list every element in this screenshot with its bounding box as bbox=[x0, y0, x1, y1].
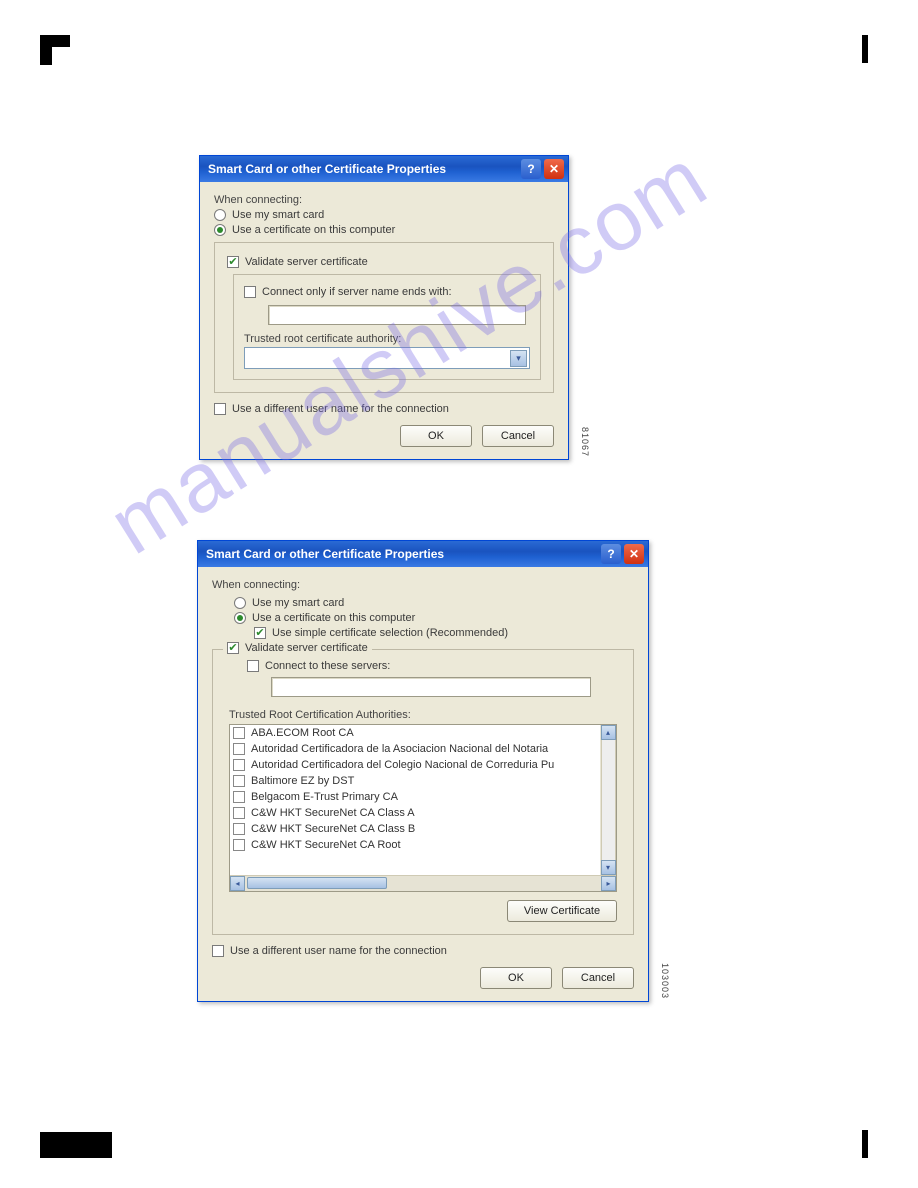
image-number-2: 103003 bbox=[660, 963, 670, 999]
server-name-input[interactable] bbox=[268, 305, 526, 325]
horizontal-scrollbar[interactable]: ◂ ▸ bbox=[230, 875, 616, 891]
scroll-left-icon[interactable]: ◂ bbox=[230, 876, 245, 891]
ca-item-label: C&W HKT SecureNet CA Class A bbox=[251, 807, 415, 819]
radio-use-certificate-label: Use a certificate on this computer bbox=[232, 224, 395, 236]
server-name-group: Connect only if server name ends with: T… bbox=[233, 274, 541, 380]
radio-use-certificate[interactable]: Use a certificate on this computer bbox=[234, 612, 634, 624]
connect-only-label: Connect only if server name ends with: bbox=[262, 286, 452, 298]
radio-use-certificate[interactable]: Use a certificate on this computer bbox=[214, 224, 554, 236]
dialog-cert-properties-1: Smart Card or other Certificate Properti… bbox=[199, 155, 569, 460]
trusted-root-label: Trusted root certificate authority: bbox=[244, 333, 530, 345]
page-rule-bottom-right bbox=[862, 1130, 868, 1158]
image-number-1: 81067 bbox=[580, 427, 590, 457]
list-item[interactable]: Baltimore EZ by DST bbox=[230, 773, 600, 789]
when-connecting-label: When connecting: bbox=[212, 579, 634, 591]
ca-checkbox[interactable] bbox=[233, 759, 245, 771]
cancel-button[interactable]: Cancel bbox=[482, 425, 554, 447]
dialog-title: Smart Card or other Certificate Properti… bbox=[206, 547, 444, 561]
ca-item-label: Belgacom E-Trust Primary CA bbox=[251, 791, 398, 803]
radio-use-certificate-label: Use a certificate on this computer bbox=[252, 612, 415, 624]
ca-checkbox[interactable] bbox=[233, 775, 245, 787]
connect-servers-label: Connect to these servers: bbox=[265, 660, 390, 672]
radio-use-smartcard[interactable]: Use my smart card bbox=[234, 597, 634, 609]
ca-checkbox[interactable] bbox=[233, 727, 245, 739]
titlebar[interactable]: Smart Card or other Certificate Properti… bbox=[198, 541, 648, 567]
validate-group: ✔ Validate server certificate Connect to… bbox=[212, 649, 634, 935]
cancel-button[interactable]: Cancel bbox=[562, 967, 634, 989]
ca-item-label: C&W HKT SecureNet CA Root bbox=[251, 839, 401, 851]
dialog-title: Smart Card or other Certificate Properti… bbox=[208, 162, 446, 176]
validate-group: ✔ Validate server certificate Connect on… bbox=[214, 242, 554, 393]
help-button[interactable]: ? bbox=[521, 159, 541, 179]
diff-user-checkbox[interactable]: Use a different user name for the connec… bbox=[212, 945, 634, 957]
list-item[interactable]: Autoridad Certificadora de la Asociacion… bbox=[230, 741, 600, 757]
list-item[interactable]: Autoridad Certificadora del Colegio Naci… bbox=[230, 757, 600, 773]
validate-checkbox[interactable]: ✔ Validate server certificate bbox=[227, 256, 541, 268]
ca-listbox[interactable]: ABA.ECOM Root CA Autoridad Certificadora … bbox=[229, 724, 617, 892]
validate-checkbox[interactable]: ✔ Validate server certificate bbox=[223, 642, 372, 654]
ca-item-label: Baltimore EZ by DST bbox=[251, 775, 354, 787]
ca-item-label: ABA.ECOM Root CA bbox=[251, 727, 354, 739]
vertical-scrollbar[interactable]: ▴ ▾ bbox=[600, 725, 616, 875]
servers-input[interactable] bbox=[271, 677, 591, 697]
diff-user-label: Use a different user name for the connec… bbox=[232, 403, 449, 415]
ca-checkbox[interactable] bbox=[233, 839, 245, 851]
validate-label: Validate server certificate bbox=[245, 642, 368, 654]
radio-use-smartcard-label: Use my smart card bbox=[252, 597, 344, 609]
when-connecting-label: When connecting: bbox=[214, 194, 554, 206]
view-certificate-button[interactable]: View Certificate bbox=[507, 900, 617, 922]
close-button[interactable]: ✕ bbox=[624, 544, 644, 564]
ca-checkbox[interactable] bbox=[233, 823, 245, 835]
radio-use-smartcard-label: Use my smart card bbox=[232, 209, 324, 221]
simple-selection-label: Use simple certificate selection (Recomm… bbox=[272, 627, 508, 639]
page-rule-top-right bbox=[862, 35, 868, 63]
ca-checkbox[interactable] bbox=[233, 743, 245, 755]
trusted-root-label: Trusted Root Certification Authorities: bbox=[229, 709, 621, 721]
list-item[interactable]: ABA.ECOM Root CA bbox=[230, 725, 600, 741]
page-rule-bottom-left bbox=[40, 1132, 112, 1158]
help-button[interactable]: ? bbox=[601, 544, 621, 564]
connect-servers-checkbox[interactable]: Connect to these servers: bbox=[247, 660, 621, 672]
connect-only-checkbox[interactable]: Connect only if server name ends with: bbox=[244, 286, 530, 298]
ca-item-label: C&W HKT SecureNet CA Class B bbox=[251, 823, 415, 835]
list-item[interactable]: C&W HKT SecureNet CA Root bbox=[230, 837, 600, 853]
ok-button[interactable]: OK bbox=[400, 425, 472, 447]
chevron-down-icon[interactable]: ▾ bbox=[510, 350, 527, 367]
list-item[interactable]: C&W HKT SecureNet CA Class B bbox=[230, 821, 600, 837]
scroll-down-icon[interactable]: ▾ bbox=[601, 860, 616, 875]
ok-button[interactable]: OK bbox=[480, 967, 552, 989]
ca-checkbox[interactable] bbox=[233, 807, 245, 819]
scroll-right-icon[interactable]: ▸ bbox=[601, 876, 616, 891]
radio-use-smartcard[interactable]: Use my smart card bbox=[214, 209, 554, 221]
trusted-root-select[interactable]: ▾ bbox=[244, 347, 530, 369]
ca-item-label: Autoridad Certificadora de la Asociacion… bbox=[251, 743, 548, 755]
diff-user-label: Use a different user name for the connec… bbox=[230, 945, 447, 957]
simple-selection-checkbox[interactable]: ✔ Use simple certificate selection (Reco… bbox=[254, 627, 634, 639]
list-item[interactable]: C&W HKT SecureNet CA Class A bbox=[230, 805, 600, 821]
titlebar[interactable]: Smart Card or other Certificate Properti… bbox=[200, 156, 568, 182]
ca-item-label: Autoridad Certificadora del Colegio Naci… bbox=[251, 759, 554, 771]
close-button[interactable]: ✕ bbox=[544, 159, 564, 179]
ca-checkbox[interactable] bbox=[233, 791, 245, 803]
page-corner-top-left bbox=[40, 35, 70, 65]
validate-label: Validate server certificate bbox=[245, 256, 368, 268]
list-item[interactable]: Belgacom E-Trust Primary CA bbox=[230, 789, 600, 805]
diff-user-checkbox[interactable]: Use a different user name for the connec… bbox=[214, 403, 554, 415]
dialog-cert-properties-2: Smart Card or other Certificate Properti… bbox=[197, 540, 649, 1002]
scroll-up-icon[interactable]: ▴ bbox=[601, 725, 616, 740]
